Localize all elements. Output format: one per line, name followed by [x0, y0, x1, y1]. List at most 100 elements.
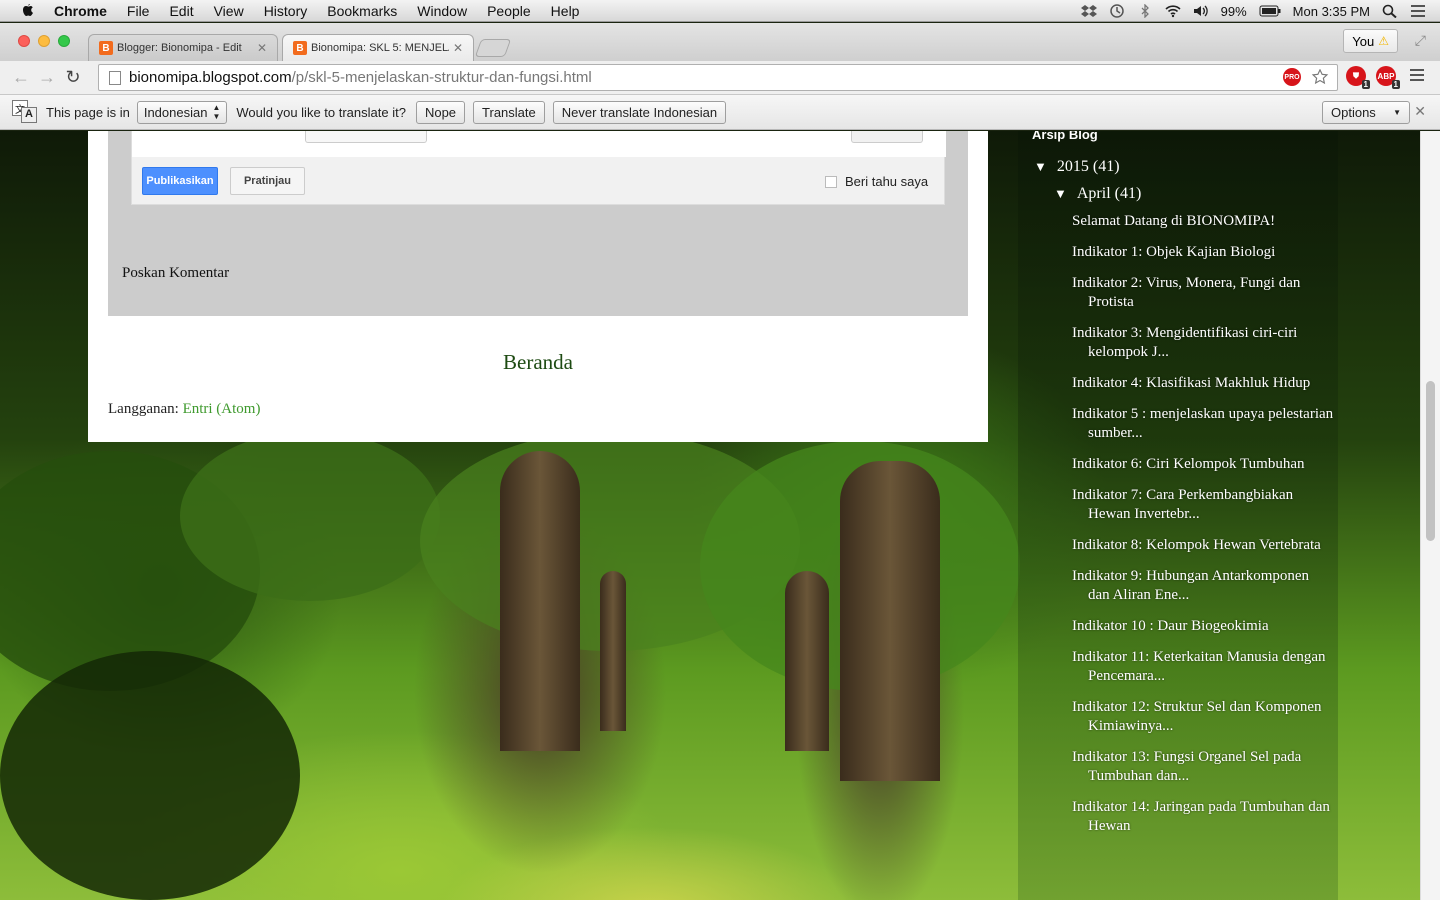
- url-host: bionomipa.blogspot.com: [129, 69, 292, 86]
- menu-window[interactable]: Window: [417, 3, 467, 19]
- menu-file[interactable]: File: [127, 3, 150, 19]
- tab-blogger-edit[interactable]: B Blogger: Bionomipa - Edit ✕: [88, 34, 278, 61]
- apple-icon[interactable]: [20, 3, 36, 19]
- window-controls: [18, 35, 70, 47]
- wifi-icon[interactable]: [1165, 4, 1181, 18]
- archive-post-link[interactable]: Indikator 7: Cara Perkembangbiakan Hewan…: [1072, 486, 1334, 524]
- tab-close-icon[interactable]: ✕: [453, 41, 463, 55]
- tree-trunk-decoration: [840, 461, 940, 781]
- notify-me-checkbox[interactable]: [825, 175, 837, 188]
- menubar-clock[interactable]: Mon 3:35 PM: [1293, 4, 1370, 19]
- spotlight-search-icon[interactable]: [1382, 4, 1398, 18]
- profile-button[interactable]: You ⚠: [1343, 29, 1398, 53]
- extension-badge: 1: [1361, 80, 1370, 89]
- time-machine-icon[interactable]: [1109, 4, 1125, 18]
- blog-archive-sidebar: Arsip Blog ▼ 2015 (41) ▼ April (41) Sela…: [1018, 131, 1338, 900]
- zoom-window-button[interactable]: [58, 35, 70, 47]
- battery-icon[interactable]: [1259, 4, 1281, 18]
- dropbox-icon[interactable]: [1080, 4, 1097, 18]
- reload-icon[interactable]: ↻: [60, 67, 86, 88]
- new-tab-button[interactable]: [474, 39, 512, 57]
- nope-button[interactable]: Nope: [415, 100, 466, 124]
- tab-title: Bionomipa: SKL 5: MENJELAS: [311, 42, 449, 54]
- archive-year-toggle[interactable]: ▼ 2015 (41): [1034, 158, 1120, 176]
- notification-center-icon[interactable]: [1410, 4, 1426, 18]
- archive-month-toggle[interactable]: ▼ April (41): [1054, 185, 1141, 203]
- minimize-window-button[interactable]: [38, 35, 50, 47]
- archive-post-link[interactable]: Indikator 4: Klasifikasi Makhluk Hidup: [1072, 374, 1334, 393]
- translate-question-text: Would you like to translate it?: [236, 104, 406, 120]
- fullscreen-icon[interactable]: ⤢: [1415, 32, 1426, 49]
- archive-post-link[interactable]: Indikator 12: Struktur Sel dan Komponen …: [1072, 698, 1334, 736]
- archive-post-list: Selamat Datang di BIONOMIPA! Indikator 1…: [1072, 212, 1334, 848]
- archive-post-link[interactable]: Indikator 9: Hubungan Antarkomponen dan …: [1072, 567, 1334, 605]
- menu-edit[interactable]: Edit: [169, 3, 193, 19]
- expand-triangle-icon[interactable]: ▼: [1034, 159, 1047, 175]
- home-link-label[interactable]: Beranda: [503, 350, 573, 374]
- bluetooth-icon[interactable]: [1137, 4, 1153, 18]
- url-path: /p/skl-5-menjelaskan-struktur-dan-fungsi…: [291, 69, 592, 86]
- tab-close-icon[interactable]: ✕: [257, 41, 267, 55]
- archive-post-link[interactable]: Indikator 14: Jaringan pada Tumbuhan dan…: [1072, 798, 1334, 836]
- translate-button[interactable]: Translate: [473, 100, 545, 124]
- foliage-decoration: [180, 431, 440, 601]
- archive-month-label[interactable]: April (41): [1077, 185, 1141, 203]
- comment-form-top: [132, 131, 946, 157]
- bookmark-star-icon[interactable]: [1311, 69, 1329, 85]
- comments-section: Publikasikan Pratinjau Beri tahu saya Po…: [108, 131, 968, 316]
- page-icon[interactable]: [109, 70, 121, 85]
- pro-extension-icon[interactable]: PRO: [1283, 68, 1301, 86]
- publish-button[interactable]: Publikasikan: [142, 167, 218, 195]
- sign-out-button[interactable]: [851, 131, 923, 143]
- subscribe-line: Langganan: Entri (Atom): [108, 401, 260, 418]
- battery-percent: 99%: [1220, 3, 1247, 19]
- archive-post-link[interactable]: Indikator 5 : menjelaskan upaya pelestar…: [1072, 405, 1334, 443]
- archive-post-link[interactable]: Indikator 10 : Daur Biogeokimia: [1072, 617, 1334, 636]
- vertical-scrollbar[interactable]: [1420, 131, 1440, 900]
- comment-as-select[interactable]: [305, 131, 427, 143]
- browser-toolbar: ← → ↻ bionomipa.blogspot.com /p/skl-5-me…: [0, 61, 1440, 95]
- ublock-extension-icon[interactable]: ⛊ 1: [1346, 66, 1370, 89]
- archive-post-link[interactable]: Indikator 11: Keterkaitan Manusia dengan…: [1072, 648, 1334, 686]
- menu-view[interactable]: View: [214, 3, 244, 19]
- menu-help[interactable]: Help: [551, 3, 580, 19]
- home-link[interactable]: Beranda: [88, 350, 988, 375]
- archive-post-link[interactable]: Indikator 2: Virus, Monera, Fungi dan Pr…: [1072, 274, 1334, 312]
- post-comment-heading: Poskan Komentar: [122, 265, 230, 281]
- close-infobar-icon[interactable]: ✕: [1414, 103, 1426, 120]
- archive-post-link[interactable]: Indikator 3: Mengidentifikasi ciri-ciri …: [1072, 324, 1334, 362]
- tree-trunk-decoration: [500, 451, 580, 751]
- atom-feed-link[interactable]: Entri (Atom): [183, 401, 261, 417]
- close-window-button[interactable]: [18, 35, 30, 47]
- back-arrow-icon[interactable]: ←: [8, 67, 34, 88]
- archive-post-link[interactable]: Indikator 8: Kelompok Hewan Vertebrata: [1072, 536, 1334, 555]
- archive-post-link[interactable]: Indikator 6: Ciri Kelompok Tumbuhan: [1072, 455, 1334, 474]
- source-language-value: Indonesian: [143, 104, 208, 120]
- chrome-menu-icon[interactable]: [1410, 69, 1424, 84]
- archive-post-link[interactable]: Indikator 13: Fungsi Organel Sel pada Tu…: [1072, 748, 1334, 786]
- adblock-plus-icon[interactable]: ABP 1: [1376, 66, 1400, 89]
- preview-button[interactable]: Pratinjau: [230, 167, 305, 195]
- expand-triangle-icon[interactable]: ▼: [1054, 186, 1067, 202]
- extension-badge: 1: [1391, 80, 1400, 89]
- mac-menubar: Chrome File Edit View History Bookmarks …: [0, 0, 1440, 22]
- menu-history[interactable]: History: [264, 3, 308, 19]
- archive-year-label[interactable]: 2015 (41): [1057, 158, 1120, 176]
- archive-post-link[interactable]: Indikator 1: Objek Kajian Biologi: [1072, 243, 1334, 262]
- menu-people[interactable]: People: [487, 3, 531, 19]
- forward-arrow-icon[interactable]: →: [34, 67, 60, 88]
- tab-bionomipa-skl5[interactable]: B Bionomipa: SKL 5: MENJELAS ✕: [282, 34, 474, 61]
- menu-app-name[interactable]: Chrome: [54, 3, 107, 19]
- notify-me-checkbox-row[interactable]: Beri tahu saya: [825, 174, 928, 189]
- source-language-select[interactable]: Indonesian ▲ ▼: [136, 100, 228, 124]
- options-label: Options: [1331, 105, 1376, 120]
- address-bar[interactable]: bionomipa.blogspot.com /p/skl-5-menjelas…: [98, 64, 1338, 91]
- never-translate-button[interactable]: Never translate Indonesian: [552, 100, 727, 124]
- foliage-decoration: [0, 651, 300, 900]
- scrollbar-thumb[interactable]: [1426, 381, 1435, 541]
- page-viewport[interactable]: Publikasikan Pratinjau Beri tahu saya Po…: [0, 131, 1440, 900]
- menu-bookmarks[interactable]: Bookmarks: [327, 3, 397, 19]
- volume-icon[interactable]: [1193, 4, 1209, 18]
- archive-post-link[interactable]: Selamat Datang di BIONOMIPA!: [1072, 212, 1334, 231]
- translate-options-dropdown[interactable]: Options ▼: [1322, 101, 1410, 124]
